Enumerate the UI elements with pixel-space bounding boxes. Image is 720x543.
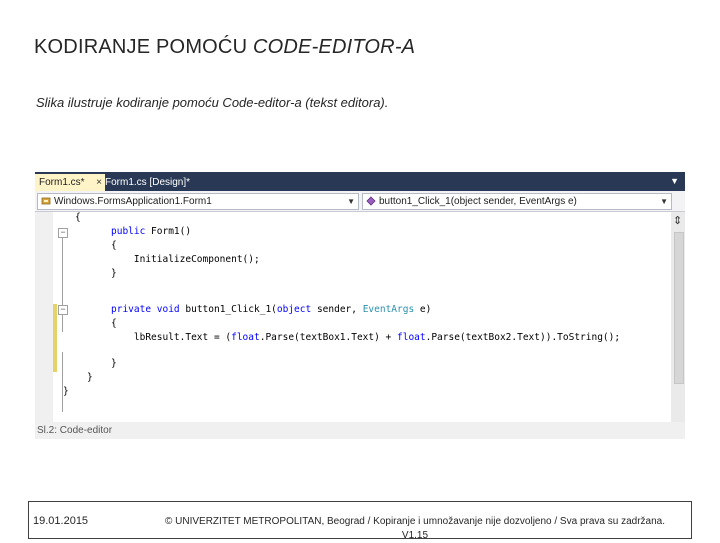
footer-copyright: © UNIVERZITET METROPOLITAN, Beograd / Ko… — [137, 515, 693, 543]
code-text: } — [63, 386, 69, 397]
code-line: } — [87, 372, 93, 383]
code-line: InitializeComponent(); — [111, 254, 260, 265]
member-combo-value: button1_Click_1(object sender, EventArgs… — [379, 196, 577, 207]
type-name: EventArgs — [362, 304, 415, 315]
collapse-icon[interactable]: − — [58, 228, 68, 238]
tab-label: Form1.cs* — [39, 177, 85, 188]
chevron-down-icon[interactable]: ▼ — [347, 194, 355, 209]
version-text: V1.15 — [401, 530, 429, 541]
code-text: { — [111, 318, 117, 329]
scrollbar-thumb[interactable] — [674, 232, 684, 384]
code-text: sender, — [311, 304, 363, 315]
code-text: e) — [414, 304, 432, 315]
keyword: private — [111, 304, 152, 315]
keyword: public — [111, 226, 146, 237]
slide-title-plain: KODIRANJE POMOĆU — [34, 36, 253, 58]
change-bar — [53, 304, 57, 372]
slide-title: KODIRANJE POMOĆU CODE-EDITOR-A — [34, 36, 415, 59]
chevron-down-icon[interactable]: ▼ — [660, 194, 668, 209]
copyright-text: © UNIVERZITET METROPOLITAN, Beograd / Ko… — [165, 516, 665, 527]
indicator-margin — [35, 212, 53, 422]
class-icon — [41, 197, 51, 205]
keyword: void — [151, 304, 180, 315]
code-text: } — [111, 358, 117, 369]
collapse-icon[interactable]: − — [58, 305, 68, 315]
code-text: Form1() — [145, 226, 192, 237]
code-line: { — [111, 240, 117, 251]
vertical-scrollbar[interactable]: ⇕ — [671, 212, 685, 422]
code-editor-screenshot: Form1.cs* × Form1.cs [Design]* ▼ Windows… — [35, 172, 685, 422]
code-text: { — [75, 212, 81, 223]
chevron-down-icon[interactable]: ▼ — [670, 176, 679, 186]
footer-date: 19.01.2015 — [33, 515, 89, 527]
code-line: } — [111, 358, 117, 369]
code-area[interactable]: − − { public Form1() { InitializeCompone… — [35, 212, 671, 422]
slide-footer: 19.01.2015 © UNIVERZITET METROPOLITAN, B… — [28, 501, 692, 541]
class-combo-value: Windows.FormsApplication1.Form1 — [54, 196, 212, 207]
code-line: private void button1_Click_1(object send… — [111, 304, 431, 315]
code-text: } — [111, 268, 117, 279]
code-line: { — [111, 318, 117, 329]
document-tab-bar: Form1.cs* × Form1.cs [Design]* ▼ — [35, 172, 685, 191]
code-text: } — [87, 372, 93, 383]
code-text: button1_Click_1( — [179, 304, 277, 315]
code-text: .Parse(textBox1.Text) + — [259, 332, 397, 343]
member-combo[interactable]: button1_Click_1(object sender, EventArgs… — [362, 193, 672, 210]
keyword: float — [397, 332, 426, 343]
outline-line — [62, 352, 63, 412]
slide-subtitle: Slika ilustruje kodiranje pomoću Code-ed… — [36, 95, 389, 110]
method-icon — [366, 196, 376, 206]
keyword: object — [276, 304, 312, 315]
tab-form1-cs[interactable]: Form1.cs* × — [35, 174, 105, 191]
keyword: float — [231, 332, 260, 343]
code-line: } — [63, 386, 69, 397]
split-icon[interactable]: ⇕ — [673, 214, 682, 227]
code-line: public Form1() — [111, 226, 191, 237]
navigation-bar: Windows.FormsApplication1.Form1 ▼ button… — [35, 191, 685, 212]
code-text: .Parse(textBox2.Text)).ToString(); — [425, 332, 621, 343]
code-text: lbResult.Text = ( — [111, 332, 232, 343]
tab-form1-design[interactable]: Form1.cs [Design]* — [101, 174, 194, 191]
code-line: lbResult.Text = (float.Parse(textBox1.Te… — [111, 332, 620, 343]
code-text: InitializeComponent(); — [111, 254, 260, 265]
code-line: { — [75, 212, 81, 223]
slide-title-italic: CODE-EDITOR-A — [252, 36, 416, 58]
outline-line — [62, 232, 63, 332]
code-line: } — [111, 268, 117, 279]
code-text: { — [111, 240, 117, 251]
class-combo[interactable]: Windows.FormsApplication1.Form1 ▼ — [37, 193, 359, 210]
figure-caption: Sl.2: Code-editor — [35, 422, 685, 439]
